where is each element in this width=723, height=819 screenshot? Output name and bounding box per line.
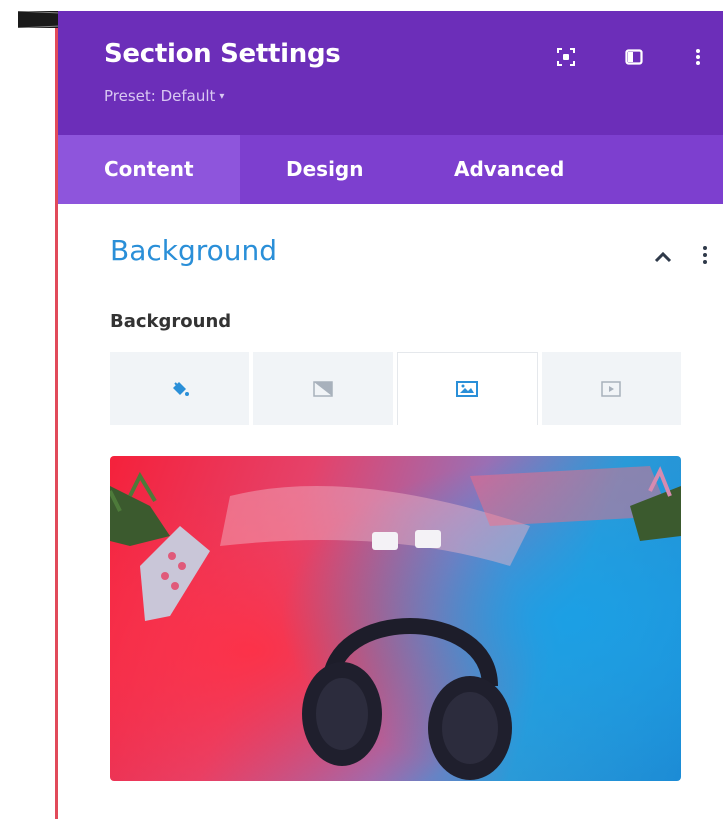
tab-design[interactable]: Design	[286, 135, 406, 204]
tab-advanced[interactable]: Advanced	[454, 135, 604, 204]
panel-title: Section Settings	[104, 39, 341, 69]
settings-panel: Section Settings Preset: Default ▾ Conten…	[58, 11, 723, 819]
background-image-preview[interactable]	[110, 456, 681, 781]
background-video-tab[interactable]	[541, 352, 681, 425]
video-icon	[601, 380, 622, 397]
preset-label: Preset: Default	[104, 87, 216, 105]
background-type-tabs	[110, 352, 681, 425]
headphones-photo	[110, 456, 681, 781]
background-gradient-tab[interactable]	[253, 352, 393, 425]
focus-mode-icon[interactable]	[556, 47, 576, 67]
background-field-label: Background	[110, 311, 232, 332]
section-title[interactable]: Background	[110, 234, 277, 267]
preset-selector[interactable]: Preset: Default ▾	[104, 87, 224, 105]
gradient-icon	[313, 380, 333, 397]
paint-bucket-icon	[172, 381, 189, 396]
section-options-icon[interactable]	[702, 244, 708, 270]
chevron-up-icon[interactable]	[654, 248, 672, 267]
split-view-icon[interactable]	[624, 47, 644, 67]
background-color-tab[interactable]	[110, 352, 250, 425]
settings-tabs: Content Design Advanced	[58, 135, 723, 204]
image-icon	[456, 381, 479, 397]
more-vertical-icon[interactable]	[688, 47, 708, 67]
tab-content[interactable]: Content	[58, 135, 240, 204]
background-image-tab[interactable]	[396, 352, 538, 425]
panel-header: Section Settings Preset: Default ▾	[58, 11, 723, 135]
preset-caret-icon: ▾	[219, 91, 225, 102]
